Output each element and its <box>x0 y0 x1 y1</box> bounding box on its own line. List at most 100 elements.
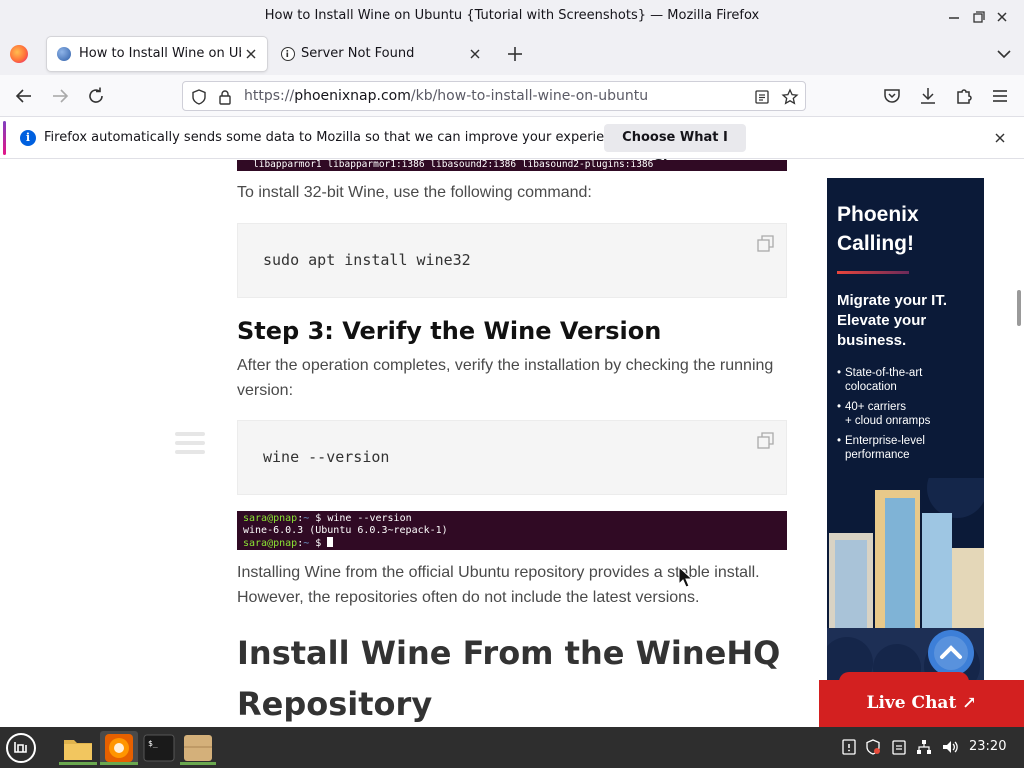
minimize-icon <box>949 17 959 19</box>
downloads-button[interactable] <box>916 84 940 108</box>
terminal-text: libapparmor1 libapparmor1:i386 libasound… <box>253 160 654 170</box>
ad-feature-item: 40+ carriers + cloud onramps <box>837 400 930 428</box>
tab-strip: How to Install Wine on Ubuntu Server Not… <box>0 33 1024 75</box>
ad-title-line: Calling! <box>837 232 914 255</box>
close-icon <box>997 12 1007 22</box>
network-icon[interactable] <box>915 738 933 756</box>
tab-close-button[interactable] <box>241 44 261 64</box>
live-chat-tab <box>839 672 969 686</box>
reader-view-icon[interactable] <box>753 88 771 106</box>
terminal-path: ~ <box>303 538 310 549</box>
svg-text:$_: $_ <box>148 739 158 748</box>
extensions-button[interactable] <box>952 84 976 108</box>
list-all-tabs-button[interactable] <box>993 43 1015 65</box>
archive-launcher[interactable] <box>180 731 216 765</box>
terminal-line: sara@pnap:~ $ <box>243 537 787 550</box>
arrow-right-icon <box>53 89 69 103</box>
url-bar[interactable]: https://phoenixnap.com/kb/how-to-install… <box>182 81 806 111</box>
code-text: sudo apt install wine32 <box>263 251 471 269</box>
code-block-version: wine --version <box>237 420 787 495</box>
download-icon <box>921 88 935 104</box>
copy-button[interactable] <box>756 234 776 254</box>
restore-icon <box>973 11 985 23</box>
paragraph-32bit: To install 32-bit Wine, use the followin… <box>237 184 592 201</box>
clock[interactable]: 23:20 <box>969 739 1006 754</box>
choose-what-i-share-button[interactable]: Choose What I Share <box>604 124 746 173</box>
notification-close-button[interactable] <box>990 128 1010 148</box>
terminal-line: sara@pnap:~ $ wine --version <box>243 513 787 525</box>
firefox-launcher[interactable] <box>100 731 138 765</box>
terminal-icon: $_ <box>143 734 175 762</box>
maximize-button[interactable] <box>968 7 988 27</box>
close-icon <box>246 49 256 59</box>
files-launcher[interactable] <box>59 731 97 765</box>
paragraph-step3: After the operation completes, verify th… <box>237 357 774 399</box>
step3-heading: Step 3: Verify the Wine Version <box>237 317 662 345</box>
winehq-heading: Install Wine From the WineHQ Repository <box>237 634 781 723</box>
advertisement-banner[interactable]: Phoenix Calling! Migrate your IT. Elevat… <box>827 178 984 688</box>
tracking-protection-shield-icon[interactable] <box>190 88 208 106</box>
bookmark-star-icon[interactable] <box>781 88 799 106</box>
close-window-button[interactable] <box>992 7 1012 27</box>
ad-title-line: Phoenix <box>837 203 919 226</box>
window-titlebar: How to Install Wine on Ubuntu {Tutorial … <box>0 0 1024 33</box>
hamburger-menu-icon <box>993 90 1007 102</box>
scroll-to-top-button[interactable] <box>928 630 974 676</box>
terminal-screenshot-top: libapparmor1 libapparmor1:i386 libasound… <box>237 160 787 171</box>
new-tab-button[interactable] <box>503 42 527 66</box>
ad-subtitle-line: business. <box>837 332 907 349</box>
ad-subtitle-line: Migrate your IT. <box>837 292 948 309</box>
reload-icon <box>89 87 103 103</box>
update-shield-icon[interactable] <box>864 738 882 756</box>
tab-close-button[interactable] <box>465 44 485 64</box>
active-indicator <box>180 762 216 765</box>
info-icon <box>281 47 295 61</box>
close-icon <box>995 133 1005 143</box>
terminal-path: ~ <box>303 513 310 524</box>
tab-wine-ubuntu[interactable]: How to Install Wine on Ubuntu <box>47 37 267 71</box>
notification-accent <box>3 121 6 155</box>
tab-label: How to Install Wine on Ubuntu <box>79 46 241 61</box>
copy-icon <box>757 235 774 252</box>
terminal-user: sara@pnap <box>243 538 298 549</box>
tab-label: Server Not Found <box>301 46 415 61</box>
terminal-output: wine-6.0.3 (Ubuntu 6.0.3~repack-1) <box>243 525 448 536</box>
active-indicator <box>100 762 138 765</box>
web-page: libapparmor1 libapparmor1:i386 libasound… <box>0 160 1024 727</box>
ad-subtitle: Migrate your IT. Elevate your business. <box>837 291 947 351</box>
active-indicator <box>59 762 97 765</box>
live-chat-button[interactable]: Live Chat ↗ <box>819 672 1024 727</box>
forward-button[interactable] <box>48 84 72 108</box>
paragraph-install: Installing Wine from the official Ubuntu… <box>237 564 760 606</box>
page-scrollbar[interactable] <box>1017 290 1021 326</box>
plus-icon <box>508 47 522 61</box>
back-button[interactable] <box>12 84 36 108</box>
clipboard-icon[interactable] <box>890 738 908 756</box>
terminal-command: $ wine --version <box>315 513 412 524</box>
mint-menu-button[interactable] <box>4 731 38 765</box>
terminal-launcher[interactable]: $_ <box>141 731 177 765</box>
notification-text: Firefox automatically sends some data to… <box>44 130 632 145</box>
url-host: phoenixnap.com <box>294 88 411 104</box>
system-taskbar: $_ 23:20 <box>0 727 1024 768</box>
lock-icon[interactable] <box>216 88 234 106</box>
url-path: /kb/how-to-install-wine-on-ubuntu <box>410 88 649 104</box>
notification-tray-icon[interactable] <box>840 738 858 756</box>
reload-button[interactable] <box>84 84 108 108</box>
tab-server-not-found[interactable]: Server Not Found <box>271 37 491 71</box>
window-title: How to Install Wine on Ubuntu {Tutorial … <box>264 8 760 23</box>
minimize-button[interactable] <box>944 7 964 27</box>
pocket-button[interactable] <box>880 84 904 108</box>
terminal-screenshot-version: sara@pnap:~ $ wine --version wine-6.0.3 … <box>237 511 787 550</box>
article-menu-icon[interactable] <box>175 432 205 456</box>
terminal-command: $ <box>315 538 322 549</box>
ad-feature-list: State-of-the-art colocation 40+ carriers… <box>837 366 930 468</box>
url-text[interactable]: https://phoenixnap.com/kb/how-to-install… <box>244 88 648 104</box>
copy-button[interactable] <box>756 431 776 451</box>
firefox-view-icon[interactable] <box>10 45 28 63</box>
url-scheme: https:// <box>244 88 295 104</box>
volume-icon[interactable] <box>941 738 959 756</box>
terminal-user: sara@pnap <box>243 513 298 524</box>
ad-feature-item: Enterprise-level performance <box>837 434 930 462</box>
app-menu-button[interactable] <box>988 84 1012 108</box>
